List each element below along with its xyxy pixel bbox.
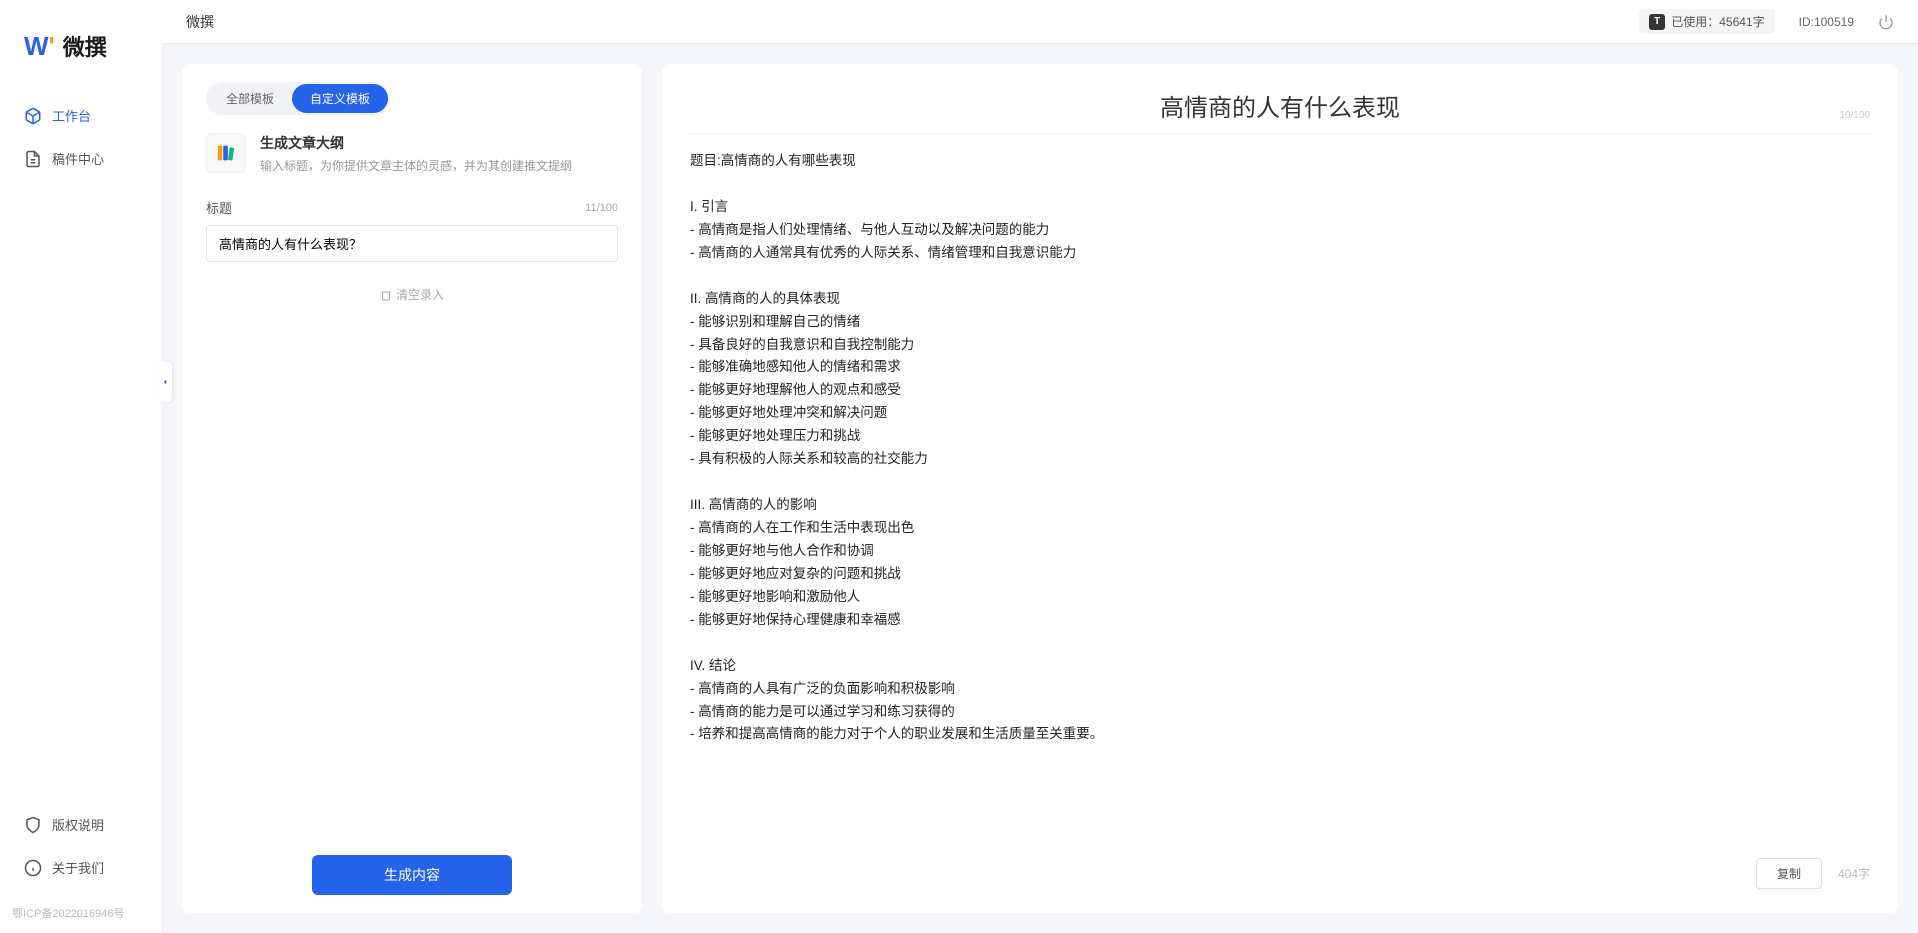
cube-icon [24,107,42,125]
brand-logo: W' 微撰 [0,0,162,96]
sidebar-item-workspace[interactable]: 工作台 [12,96,150,135]
sidebar-item-label: 关于我们 [52,858,104,877]
trash-icon [380,289,392,301]
title-char-count: 11/100 [585,202,618,214]
brand-text: 微撰 [63,30,107,62]
copy-button[interactable]: 复制 [1756,858,1822,889]
page-title: 微撰 [186,12,214,32]
title-label: 标题 [206,198,232,217]
usage-label: 已使用：45641字 [1671,13,1764,30]
sidebar-item-label: 工作台 [52,106,91,125]
sidebar-nav: 工作台 稿件中心 [0,96,162,805]
sidebar-item-copyright[interactable]: 版权说明 [12,805,150,844]
icp-footer: 鄂ICP备2022016946号 [0,899,162,933]
generate-button[interactable]: 生成内容 [312,855,512,895]
title-input[interactable] [206,225,618,262]
user-id: ID:100519 [1799,15,1854,29]
logo-icon: W' [24,31,55,62]
output-title: 高情商的人有什么表现 [690,88,1870,123]
sidebar-item-about[interactable]: 关于我们 [12,848,150,887]
clear-input-button[interactable]: 清空录入 [206,274,618,315]
sidebar-collapse-handle[interactable] [158,362,172,402]
topbar: 微撰 T 已使用：45641字 ID:100519 [162,0,1918,44]
output-panel: 高情商的人有什么表现 10/100 题目:高情商的人有哪些表现 I. 引言 - … [662,64,1898,913]
sidebar: W' 微撰 工作台 稿件中心 版权说明 [0,0,162,933]
tab-custom-templates[interactable]: 自定义模板 [292,84,388,113]
info-icon [24,859,42,877]
main-area: 微撰 T 已使用：45641字 ID:100519 全部模板 自定义模板 [162,0,1918,933]
input-panel: 全部模板 自定义模板 生成文章大纲 输入标题，为你提供文章主体的灵感，并为其创建… [182,64,642,913]
clear-label: 清空录入 [396,286,444,303]
text-icon: T [1649,14,1665,30]
template-desc: 输入标题，为你提供文章主体的灵感，并为其创建推文提纲 [260,157,618,174]
sidebar-bottom-nav: 版权说明 关于我们 [0,805,162,899]
output-title-count: 10/100 [1839,110,1870,121]
power-button[interactable] [1878,14,1894,30]
document-icon [24,150,42,168]
sidebar-item-label: 稿件中心 [52,149,104,168]
usage-badge: T 已使用：45641字 [1639,9,1774,34]
books-icon [206,133,246,173]
shield-icon [24,816,42,834]
template-card: 生成文章大纲 输入标题，为你提供文章主体的灵感，并为其创建推文提纲 [206,133,618,174]
sidebar-item-drafts[interactable]: 稿件中心 [12,139,150,178]
template-title: 生成文章大纲 [260,133,618,153]
sidebar-item-label: 版权说明 [52,815,104,834]
template-tabs: 全部模板 自定义模板 [206,82,390,115]
tab-all-templates[interactable]: 全部模板 [208,84,292,113]
output-word-count: 404字 [1838,865,1870,882]
output-body[interactable]: 题目:高情商的人有哪些表现 I. 引言 - 高情商是指人们处理情绪、与他人互动以… [690,150,1870,830]
